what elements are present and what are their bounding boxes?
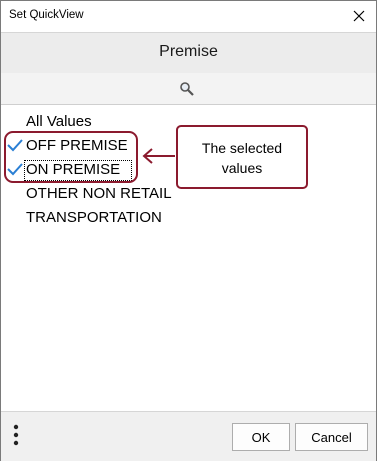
window-title: Set QuickView [9,9,84,21]
list-item-all-values[interactable]: All Values [26,113,92,130]
cancel-button[interactable]: Cancel [295,423,368,451]
close-button[interactable] [348,5,370,27]
search-bar[interactable] [1,73,376,105]
field-header: Premise [1,32,376,73]
dialog-footer: OK Cancel [1,411,376,461]
list-item-transportation[interactable]: TRANSPORTATION [26,209,162,226]
callout-text-line1: The selected [201,140,283,156]
more-vertical-icon[interactable] [12,424,20,446]
quickview-dialog: Set QuickView Premise All Values OFF PRE… [0,0,377,461]
search-icon[interactable] [179,81,195,97]
selection-highlight-ring [4,131,138,183]
field-title: Premise [159,43,218,60]
annotation-callout: The selected values [176,125,308,189]
ok-button[interactable]: OK [232,423,290,451]
list-item-other-non-retail[interactable]: OTHER NON RETAIL [26,185,172,202]
callout-text-line2: values [221,160,263,176]
close-icon [353,10,365,22]
callout-arrow-icon [142,148,175,164]
title-bar: Set QuickView [1,1,376,31]
